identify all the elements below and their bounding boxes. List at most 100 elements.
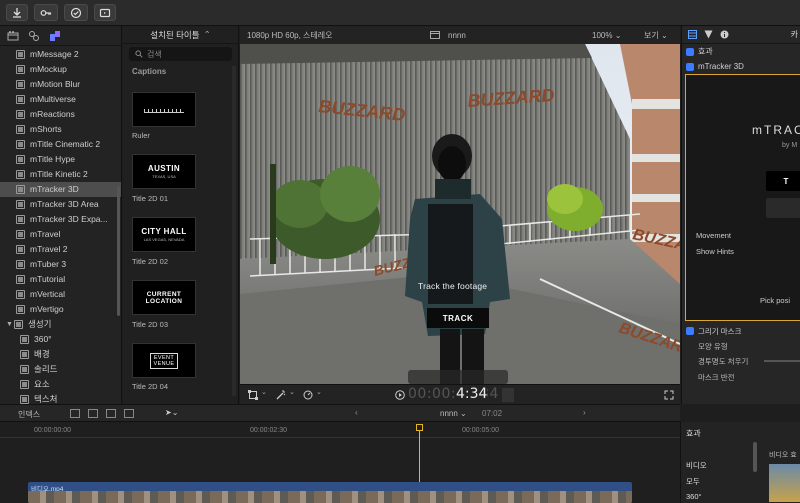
inspector-title-truncated: 카 — [790, 30, 798, 39]
sidebar-item[interactable]: mTracker 3D Area — [0, 197, 121, 212]
play-icon[interactable] — [395, 390, 405, 400]
overwrite-icon[interactable] — [124, 409, 134, 418]
sidebar-scrollbar[interactable] — [117, 186, 120, 316]
append-icon[interactable] — [106, 409, 116, 418]
effects-thumbnail[interactable] — [769, 464, 800, 502]
sidebar-item[interactable]: mReactions — [0, 107, 121, 122]
libraries-icon[interactable] — [7, 30, 19, 42]
sidebar-list: mMessage 2 mMockup mMotion Blur mMultive… — [0, 46, 121, 404]
checkbox-checked[interactable] — [686, 327, 694, 335]
sidebar-item[interactable]: mTracker 3D Expa... — [0, 212, 121, 227]
effects-category[interactable]: 비디오 — [686, 460, 707, 471]
keywords-button[interactable] — [34, 4, 58, 21]
checkbox-checked[interactable] — [686, 62, 694, 71]
onscreen-mini-control[interactable] — [408, 370, 508, 384]
video-clip[interactable]: 비디오.mp4 — [28, 482, 632, 503]
effects-browser: 효과 비디오 모두 360° 비디오 효 — [680, 422, 800, 503]
sidebar-item[interactable]: mTuber 3 — [0, 257, 121, 272]
index-button[interactable]: 인덱스 — [18, 409, 40, 420]
disabled-button — [766, 198, 800, 218]
generators-icon — [14, 320, 23, 329]
sidebar-item[interactable]: mMultiverse — [0, 92, 121, 107]
sidebar-item[interactable]: mTitle Hype — [0, 152, 121, 167]
import-button[interactable] — [6, 4, 28, 21]
sidebar-item[interactable]: mShorts — [0, 122, 121, 137]
title-browser: 설치된 타이틀 ⌃ 검색 Captions Ruler AUSTIN TEXAS… — [123, 26, 239, 404]
mask-param: 마스크 반전 — [698, 373, 735, 382]
photos-audio-icon[interactable] — [28, 30, 40, 42]
sidebar-group-generators[interactable]: ▼ 생성기 — [0, 317, 121, 332]
thumbnail-label: Ruler — [132, 131, 150, 140]
sidebar-item[interactable]: 배경 — [0, 347, 121, 362]
mask-slider[interactable] — [764, 360, 800, 362]
effects-thumb-label: 비디오 효 — [769, 452, 797, 459]
connect-icon[interactable] — [70, 409, 80, 418]
title-thumbnail-ruler[interactable] — [132, 92, 196, 127]
select-tool-icon[interactable]: ➤⌄ — [165, 408, 178, 417]
zoom-popup[interactable]: 100% ⌄ — [592, 31, 621, 40]
viewer-canvas[interactable]: BUZZARD BUZZARD BUZZARD BUZZARD BUZZARD … — [240, 44, 680, 384]
audio-meter-mini — [502, 388, 514, 402]
color-inspector-icon[interactable] — [704, 30, 713, 39]
sidebar-item[interactable]: mMockup — [0, 62, 121, 77]
effects-scrollbar[interactable] — [753, 442, 757, 472]
sidebar-item[interactable]: 솔리드 — [0, 362, 121, 377]
sidebar-item[interactable]: mMessage 2 — [0, 47, 121, 62]
sidebar-item[interactable]: 360° — [0, 332, 121, 347]
sidebar-item[interactable]: mTitle Kinetic 2 — [0, 167, 121, 182]
chevron-down-icon: ⌄ — [614, 30, 622, 40]
sidebar-item[interactable]: 요소 — [0, 377, 121, 392]
sidebar-item[interactable]: 텍스처 — [0, 392, 121, 404]
effects-category[interactable]: 모두 — [686, 476, 700, 487]
track-button-inspector[interactable]: T — [766, 171, 800, 191]
browser-scrollbar[interactable] — [232, 66, 236, 396]
chevron-down-icon[interactable]: ⌄ — [289, 388, 295, 396]
track-button[interactable]: TRACK — [427, 308, 489, 328]
thumbnail-label: Title 2D 03 — [132, 320, 168, 329]
sidebar-item[interactable]: mTravel — [0, 227, 121, 242]
sidebar-item-selected[interactable]: mTracker 3D — [0, 182, 121, 197]
forward-arrow-icon[interactable]: › — [583, 408, 586, 417]
overlay-hint-text: Track the footage — [418, 281, 488, 291]
disclosure-triangle-icon[interactable]: ▼ — [6, 317, 14, 332]
title-thumbnail[interactable]: AUSTIN TEXAS, USA — [132, 154, 196, 189]
timeline-tool-icons — [70, 409, 134, 418]
effects-row[interactable]: 효과 — [682, 44, 800, 59]
speed-gauge-icon[interactable] — [303, 390, 313, 400]
titles-generators-icon[interactable] — [49, 30, 61, 42]
chevron-down-icon[interactable]: ⌄ — [261, 388, 267, 396]
search-field[interactable]: 검색 — [129, 47, 232, 61]
enhance-wand-icon[interactable] — [276, 390, 286, 400]
insert-icon[interactable] — [88, 409, 98, 418]
sidebar-item[interactable]: mVertical — [0, 287, 121, 302]
view-popup[interactable]: 보기 ⌄ — [644, 30, 668, 41]
browser-category-popup[interactable]: 설치된 타이틀 ⌃ — [123, 26, 238, 44]
checkbox-checked[interactable] — [686, 47, 694, 56]
timeline[interactable]: 00:00:00:00 00:00:02:30 00:00:05:00 비디오.… — [0, 422, 680, 503]
transform-icon[interactable] — [248, 390, 258, 400]
generator-icon — [20, 395, 29, 404]
mask-row[interactable]: 그리기 마스크 — [682, 324, 800, 338]
sidebar-item[interactable]: mTutorial — [0, 272, 121, 287]
sidebar-item[interactable]: mVertigo — [0, 302, 121, 317]
video-inspector-icon[interactable] — [688, 30, 697, 39]
plugin-panel: mTRAC by M T Movement Show Hints Pick po… — [685, 74, 800, 321]
background-tasks-button[interactable] — [64, 4, 88, 21]
playhead-handle[interactable] — [416, 424, 423, 431]
info-icon[interactable] — [720, 30, 729, 39]
title-thumbnail[interactable]: CITY HALL LAS VEGAS, NEVADA — [132, 217, 196, 252]
fullscreen-icon[interactable] — [664, 390, 674, 400]
title-thumbnail[interactable]: EVENT VENUE — [132, 343, 196, 378]
sidebar-item[interactable]: mMotion Blur — [0, 77, 121, 92]
share-button[interactable] — [94, 4, 116, 21]
folder-icon — [16, 245, 25, 254]
chevron-down-icon[interactable]: ⌄ — [316, 388, 322, 396]
effects-header: 효과 — [686, 429, 701, 438]
sidebar-item[interactable]: mTravel 2 — [0, 242, 121, 257]
effects-category[interactable]: 360° — [686, 492, 702, 501]
title-thumbnail[interactable]: CURRENT LOCATION — [132, 280, 196, 315]
plugin-row[interactable]: mTracker 3D — [682, 59, 800, 74]
sidebar-item[interactable]: mTitle Cinematic 2 — [0, 137, 121, 152]
back-arrow-icon[interactable]: ‹ — [355, 408, 358, 417]
folder-icon — [16, 125, 25, 134]
